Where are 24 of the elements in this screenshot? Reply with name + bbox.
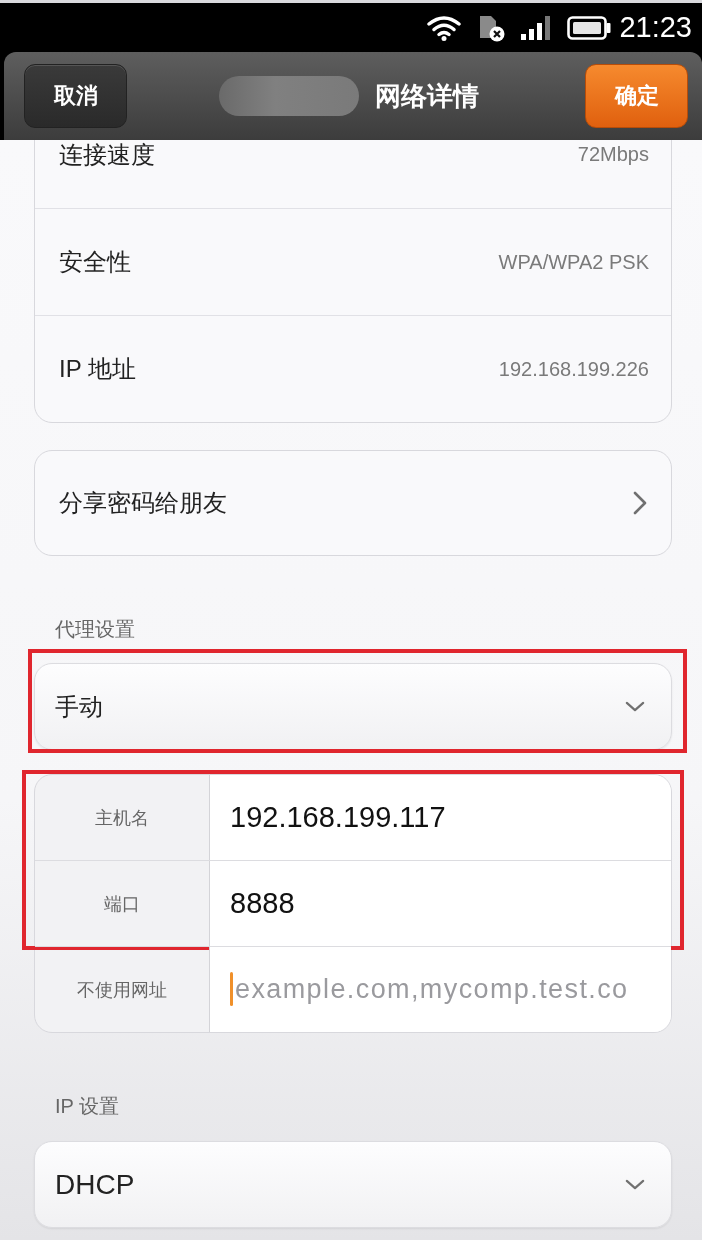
share-password-item[interactable]: 分享密码给朋友: [34, 450, 672, 556]
input-field[interactable]: example.com,mycomp.test.co: [210, 947, 671, 1032]
status-time: 21:23: [619, 11, 692, 44]
chevron-right-icon: [633, 491, 647, 515]
chevron-down-icon: [625, 701, 645, 712]
row-label: 连接速度: [59, 140, 155, 170]
row-value: 192.168.199.226: [498, 357, 649, 381]
section-heading: 代理设置: [54, 617, 136, 642]
input-field[interactable]: 192.168.199.117: [210, 775, 671, 860]
cancel-button[interactable]: 取消: [24, 64, 127, 128]
battery-icon: [567, 15, 612, 40]
wifi-icon: [427, 14, 462, 41]
section-heading: IP 设置: [54, 1094, 121, 1119]
row-value: WPA/WPA2 PSK: [498, 250, 649, 274]
signal-icon: [521, 15, 552, 40]
input-field[interactable]: 8888: [210, 861, 671, 946]
row-label: 安全性: [59, 247, 131, 277]
sim-card-icon: [477, 13, 506, 42]
row-value: 72Mbps: [577, 143, 649, 166]
window-title: 网络详情: [375, 79, 479, 113]
dropdown[interactable]: DHCP: [34, 1141, 672, 1228]
chevron-down-icon: [625, 1179, 645, 1190]
dropdown[interactable]: 手动: [34, 663, 672, 750]
row-label: IP 地址: [59, 354, 136, 384]
